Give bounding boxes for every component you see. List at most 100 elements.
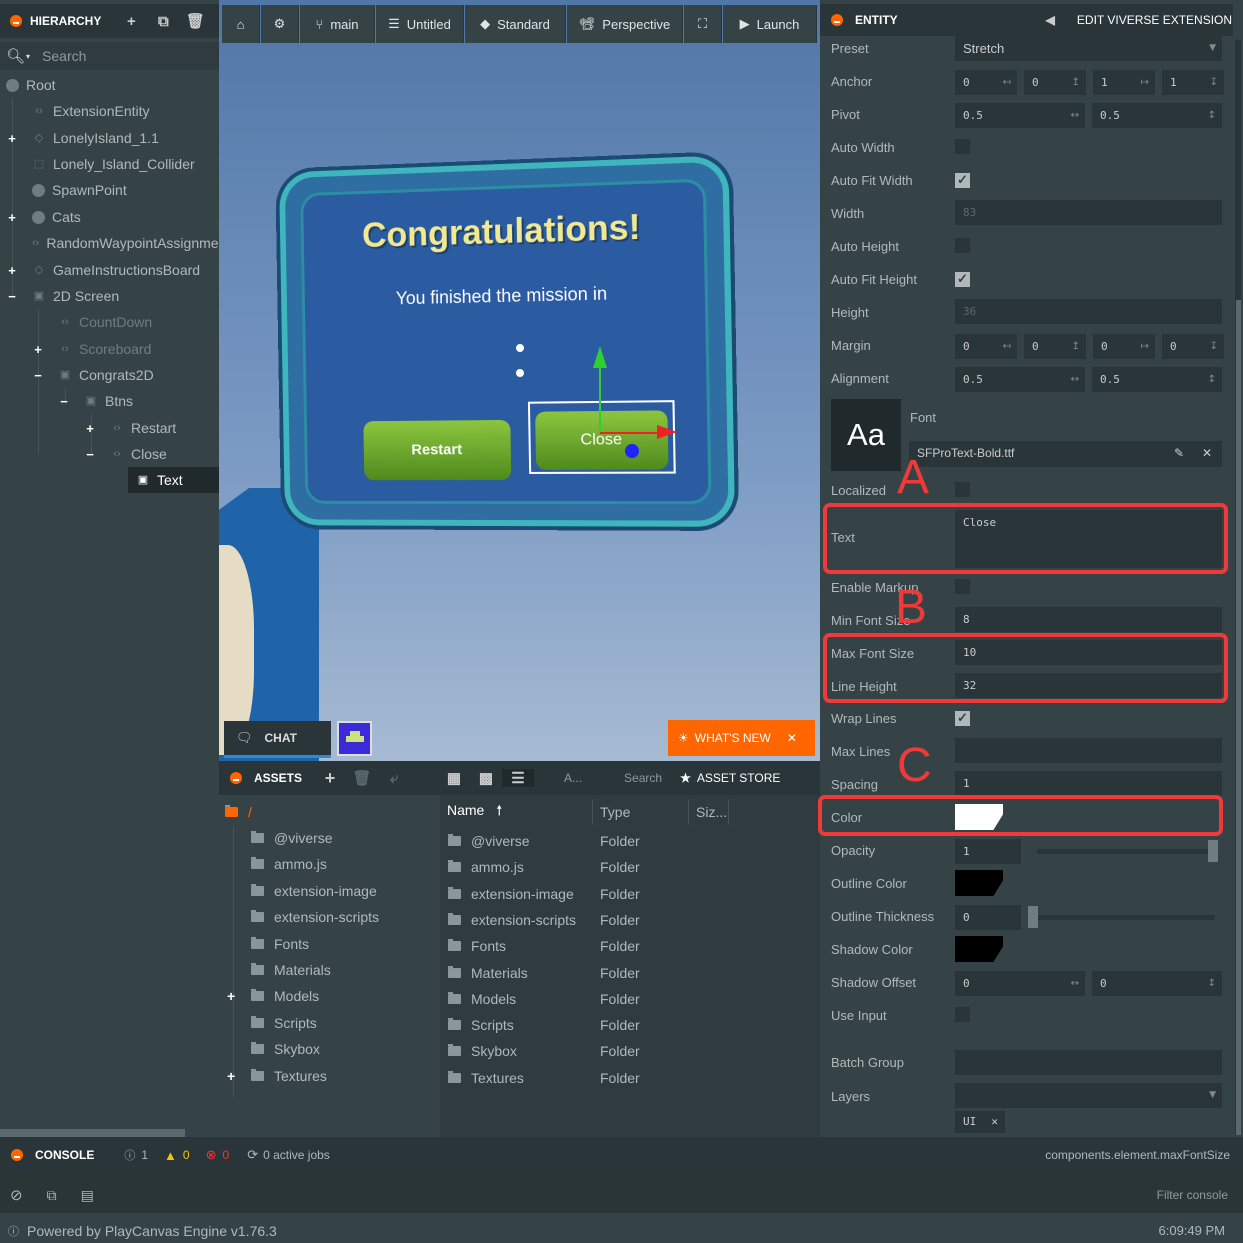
pivot-y-field[interactable]: 0.5 ↕ [1092,103,1222,128]
batch-group-select[interactable] [955,1050,1222,1075]
remove-layer-icon[interactable]: ✕ [991,1111,998,1133]
asset-tree-folder[interactable]: Skybox [251,1036,320,1062]
outline-thickness-slider-track[interactable] [1037,915,1215,920]
margin-bottom-field[interactable]: 0 ↥ [1024,334,1086,359]
edit-viverse-extension-button[interactable]: EDIT VIVERSE EXTENSION [1077,13,1232,27]
asset-list-row[interactable]: @viverse Folder [448,828,818,854]
layers-select[interactable]: ▼ [955,1083,1222,1108]
render-mode-button[interactable]: ◆ Standard [465,5,566,43]
delete-icon[interactable]: 🗑 [346,769,378,787]
branch-button[interactable]: ⑂ main [300,5,375,43]
expand-icon[interactable]: + [227,988,235,1004]
viewport[interactable]: Congratulations! You finished the missio… [219,0,820,761]
outline-thickness-field[interactable]: 0 [955,905,1021,930]
collapse-icon[interactable]: − [6,289,18,304]
height-field[interactable]: 36 [955,299,1222,324]
tree-item-lonelyisland[interactable]: + ◇ LonelyIsland_1.1 [0,125,219,151]
margin-top-field[interactable]: 0 ↧ [1162,334,1224,359]
anchor-y-field[interactable]: 0 ↥ [1024,70,1086,95]
asset-list-row[interactable]: extension-image Folder [448,881,818,907]
expand-icon[interactable]: + [84,421,96,436]
margin-right-field[interactable]: 0 ↦ [1093,334,1155,359]
back-icon[interactable]: ⤶ [378,770,410,787]
wrap-lines-checkbox[interactable] [955,710,970,726]
asset-filter-select[interactable]: A... [564,771,582,785]
expand-icon[interactable]: + [227,1068,235,1084]
duplicate-icon[interactable]: ⧉ [147,13,179,30]
asset-list-row[interactable]: Materials Folder [448,960,818,986]
asset-tree-folder[interactable]: Materials [251,957,331,983]
asset-list-row[interactable]: extension-scripts Folder [448,907,818,933]
filter-console-input[interactable]: Filter console [1157,1188,1228,1202]
collapse-icon[interactable]: − [58,394,70,409]
shadow-color-swatch[interactable] [955,936,1003,962]
tree-item-gameinstructions[interactable]: + ◇ GameInstructionsBoard [0,257,219,283]
asset-tree-folder[interactable]: + Models [227,983,319,1009]
tree-item-randomwaypoint[interactable]: ‹› RandomWaypointAssignment [0,230,219,256]
asset-list-row[interactable]: Skybox Folder [448,1038,818,1064]
search-input[interactable]: Search [42,48,86,64]
asset-list-row[interactable]: Scripts Folder [448,1012,818,1038]
width-field[interactable]: 83 [955,200,1222,225]
opacity-slider-track[interactable] [1037,849,1215,854]
outline-color-swatch[interactable] [955,870,1003,896]
auto-fit-height-checkbox[interactable] [955,271,970,287]
pivot-x-field[interactable]: 0.5 ↔ [955,103,1085,128]
tree-item-cats[interactable]: + Cats [0,204,219,230]
add-entity-icon[interactable]: + [115,13,147,30]
preset-select[interactable]: Stretch ▼ [955,36,1222,61]
hierarchy-search[interactable]: 🔍︎ ▾ Search [0,42,219,70]
scenes-button[interactable]: ☰ Untitled [376,5,464,43]
asset-tree-folder[interactable]: Scripts [251,1010,317,1036]
asset-list-row[interactable]: Fonts Folder [448,933,818,959]
collapse-left-icon[interactable]: ◀ [1046,13,1055,27]
asset-tree-folder[interactable]: + Textures [227,1063,327,1089]
tree-item-restart[interactable]: + ‹› Restart [0,415,219,441]
alignment-x-field[interactable]: 0.5 ↔ [955,367,1085,392]
home-button[interactable]: ⌂ [222,5,260,43]
collapse-icon[interactable]: − [84,447,96,462]
list-view-icon[interactable]: ☰ [502,769,535,787]
hierarchy-scrollbar[interactable] [0,1129,185,1137]
asset-list-row[interactable]: Models Folder [448,986,818,1012]
asset-root[interactable]: / [225,799,252,825]
camera-button[interactable]: 📽︎ Perspective [567,5,683,43]
asset-tree-folder[interactable]: @viverse [251,825,333,851]
col-type-header[interactable]: Type [600,804,630,820]
edit-icon[interactable]: ✎ [1174,441,1184,466]
launch-button[interactable]: ▶ Launch [723,5,817,43]
asset-tree-folder[interactable]: Fonts [251,931,309,957]
tree-item-root[interactable]: Root [0,72,219,98]
close-icon[interactable]: ✕ [787,731,797,745]
tree-item-scoreboard[interactable]: + ‹› Scoreboard [0,336,219,362]
expand-icon[interactable]: + [6,131,18,146]
localized-checkbox[interactable] [955,482,970,497]
auto-width-checkbox[interactable] [955,139,970,154]
auto-height-checkbox[interactable] [955,238,970,253]
shadow-offset-y-field[interactable]: 0 ↕ [1092,971,1222,996]
clear-console-icon[interactable]: ⊘ [10,1186,23,1204]
alignment-y-field[interactable]: 0.5 ↕ [1092,367,1222,392]
settings-button[interactable]: ⚙ [261,5,299,43]
outline-thickness-slider-handle[interactable] [1028,906,1038,928]
asset-tree-folder[interactable]: extension-scripts [251,904,379,930]
tree-item-spawnpoint[interactable]: SpawnPoint [0,177,219,203]
opacity-slider-handle[interactable] [1208,840,1218,862]
collapse-icon[interactable]: − [32,368,44,383]
use-input-checkbox[interactable] [955,1007,970,1022]
auto-fit-width-checkbox[interactable] [955,172,970,188]
clear-icon[interactable]: ✕ [1202,441,1212,466]
user-avatar[interactable] [337,721,372,756]
add-asset-icon[interactable]: + [314,768,346,789]
asset-list-row[interactable]: ammo.js Folder [448,854,818,880]
expand-icon[interactable]: + [32,342,44,357]
max-lines-field[interactable] [955,738,1222,763]
grid-small-icon[interactable]: ▩ [470,769,502,787]
log-icon[interactable]: ▤ [81,1187,94,1204]
whats-new-button[interactable]: ☀ WHAT'S NEW ✕ [668,720,815,756]
tree-item-collider[interactable]: ⬚ Lonely_Island_Collider [0,151,219,177]
spacing-field[interactable]: 1 [955,771,1222,796]
enable-markup-checkbox[interactable] [955,579,970,594]
grid-large-icon[interactable]: ▦ [438,769,470,787]
delete-icon[interactable]: 🗑 [179,12,211,30]
